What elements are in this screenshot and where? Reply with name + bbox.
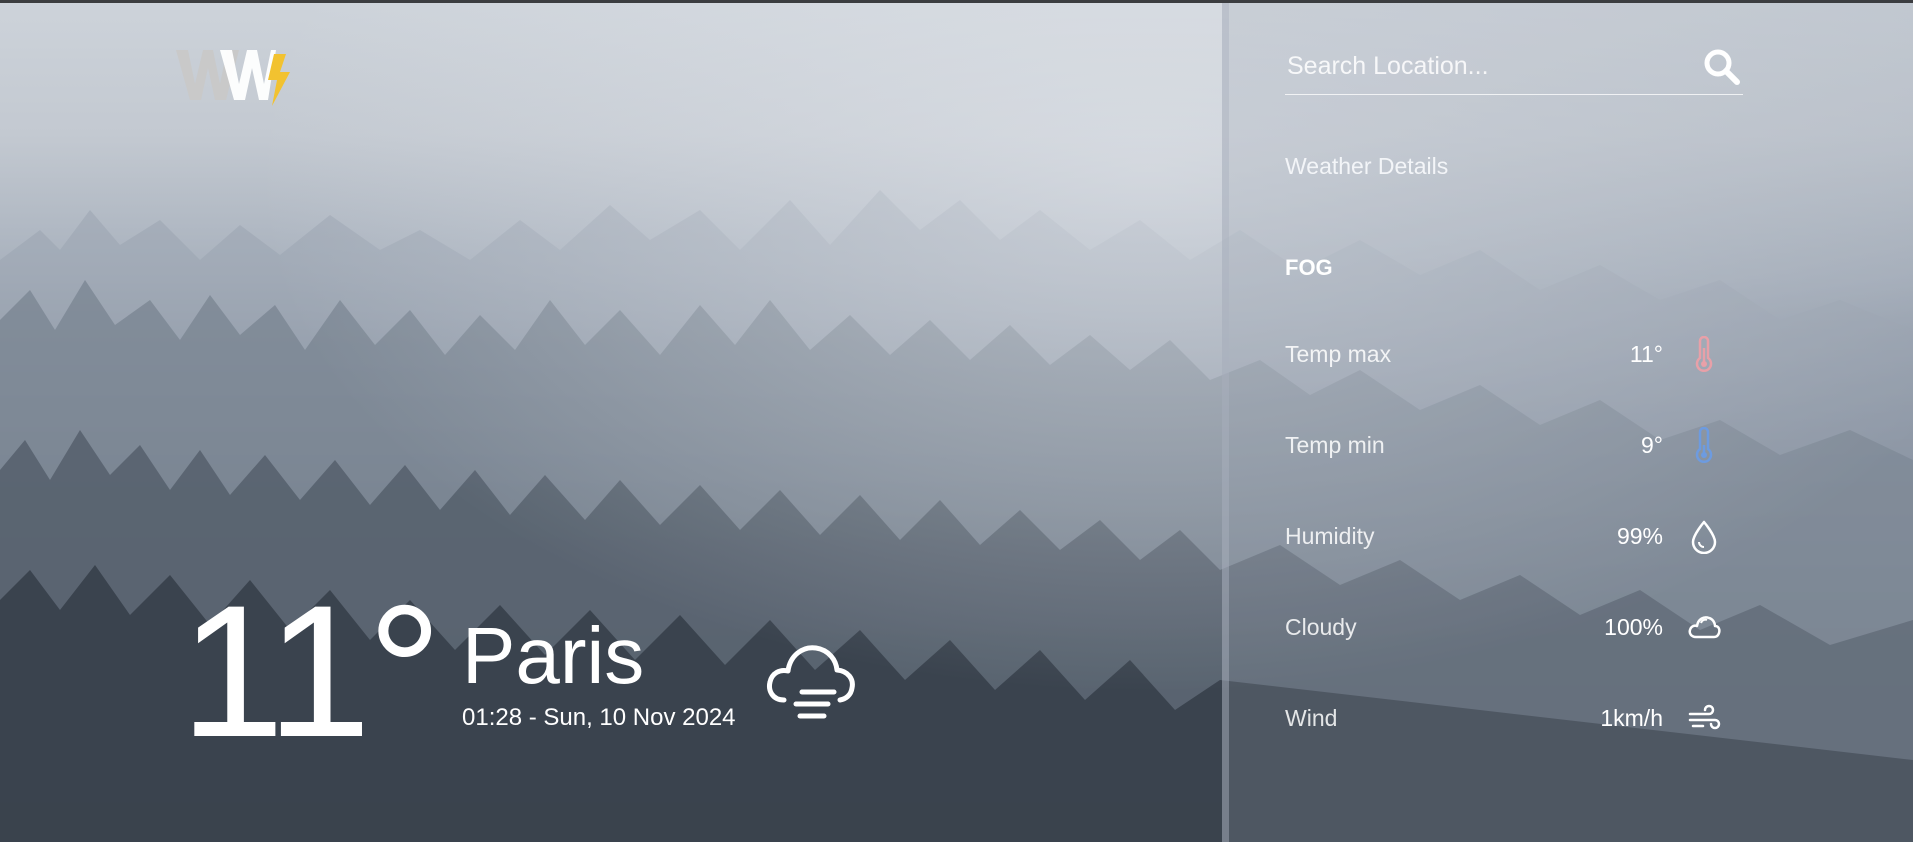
thermometer-hot-icon [1695, 336, 1713, 372]
current-temperature: 11° [180, 566, 442, 776]
detail-label: Wind [1285, 705, 1338, 731]
weather-details-heading: Weather Details [1285, 153, 1449, 179]
detail-row-wind: Wind 1km/h [1285, 698, 1735, 738]
detail-row-temp-max: Temp max 11° [1285, 334, 1735, 374]
detail-label: Temp min [1285, 432, 1385, 458]
detail-label: Humidity [1285, 523, 1375, 549]
detail-label: Temp max [1285, 341, 1392, 367]
logo-w-white [220, 50, 276, 100]
fog-cloud-icon [767, 645, 855, 719]
local-datetime: 01:28 - Sun, 10 Nov 2024 [462, 704, 736, 731]
app-logo[interactable] [176, 44, 294, 108]
thermometer-cold-icon [1695, 427, 1713, 463]
detail-row-humidity: Humidity 99% [1285, 516, 1735, 556]
detail-row-temp-min: Temp min 9° [1285, 425, 1735, 465]
window-top-border [0, 0, 1913, 3]
cloud-icon [1688, 616, 1721, 639]
search-input[interactable] [1285, 46, 1679, 86]
search-icon [1704, 49, 1740, 85]
city-name: Paris [462, 611, 645, 700]
detail-value: 1km/h [1600, 705, 1663, 731]
wind-icon [1688, 704, 1721, 730]
detail-value: 99% [1616, 523, 1663, 549]
detail-value: 11° [1629, 341, 1663, 367]
search-button[interactable] [1701, 46, 1743, 88]
droplet-icon [1691, 520, 1717, 554]
detail-value: 100% [1604, 614, 1663, 640]
search-bar [1285, 44, 1743, 95]
detail-label: Cloudy [1285, 614, 1357, 640]
detail-value: 9° [1641, 432, 1663, 458]
weather-condition-label: FOG [1285, 255, 1333, 280]
detail-row-cloudy: Cloudy 100% [1285, 607, 1735, 647]
